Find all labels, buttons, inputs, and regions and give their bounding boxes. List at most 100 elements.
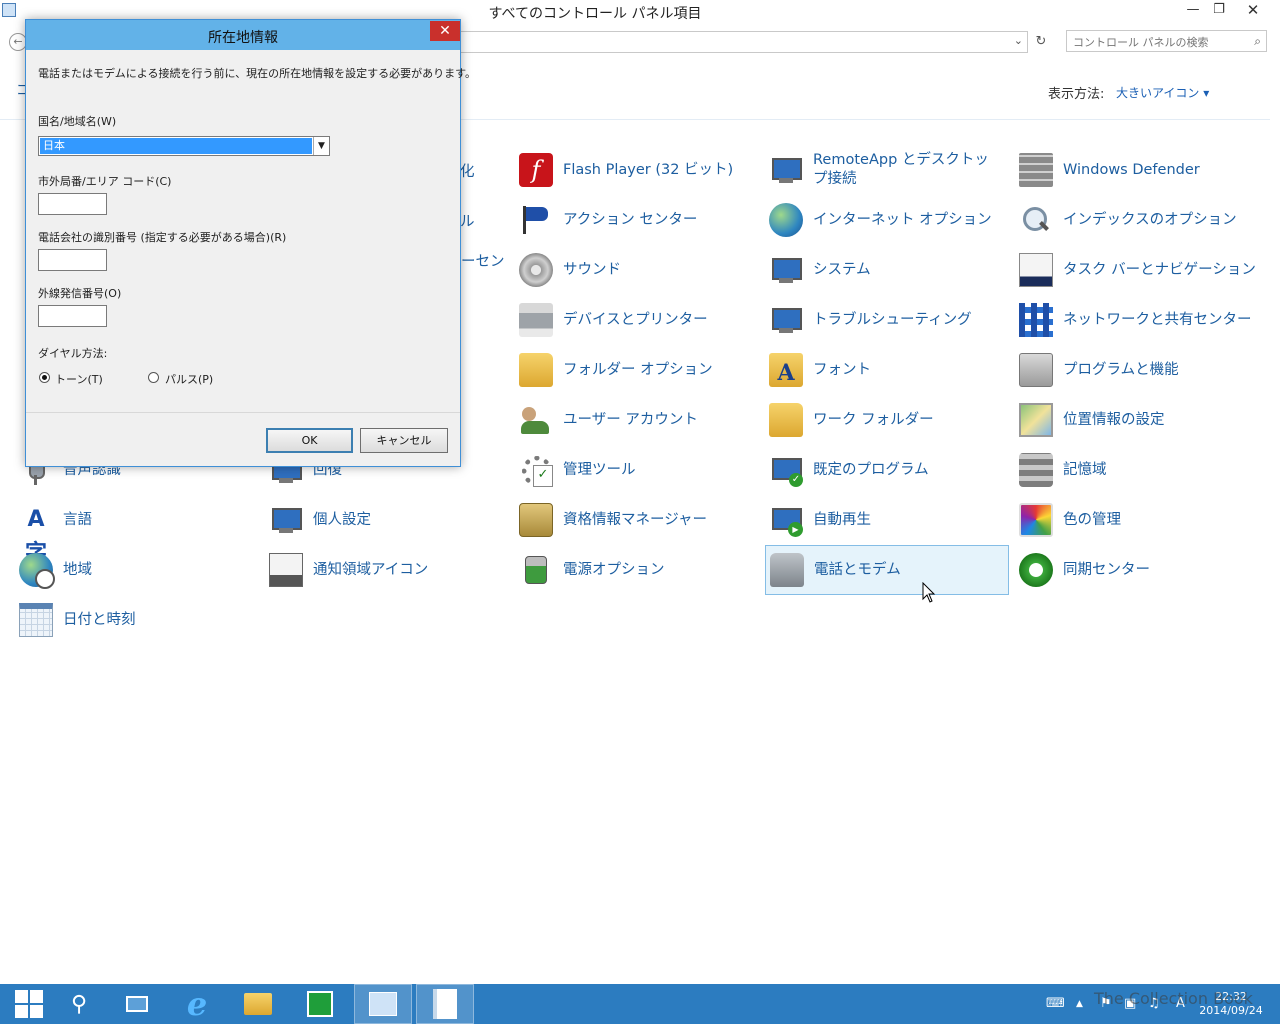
taskbar-search-button[interactable]: ⚲: [50, 984, 108, 1024]
item-sync-center[interactable]: 同期センター: [1015, 545, 1259, 595]
autoplay-icon: [769, 503, 803, 537]
item-label: 位置情報の設定: [1063, 411, 1165, 428]
item-work-folders[interactable]: ワーク フォルダー: [765, 395, 1009, 445]
item-location-settings[interactable]: 位置情報の設定: [1015, 395, 1259, 445]
item-label: 電源オプション: [563, 561, 665, 578]
item-windows-defender[interactable]: Windows Defender: [1015, 145, 1259, 195]
item-folder-options[interactable]: フォルダー オプション: [515, 345, 759, 395]
item-label: アクション センター: [563, 211, 698, 228]
taskbar: ⚲ e ⌨ ▲ ⚑ ▣ ♫ A 22:32 2014/09/24: [0, 984, 1280, 1024]
item-phone-modem[interactable]: 電話とモデム: [765, 545, 1009, 595]
firewall-icon: [1019, 153, 1053, 187]
item-flash-player[interactable]: f Flash Player (32 ビット): [515, 145, 759, 195]
system-icon: [769, 253, 803, 287]
item-region[interactable]: 地域: [15, 545, 259, 595]
carrier-code-label: 電話会社の識別番号 (指定する必要がある場合)(R): [38, 231, 287, 244]
item-indexing-options[interactable]: インデックスのオプション: [1015, 195, 1259, 245]
country-label: 国名/地域名(W): [38, 115, 117, 128]
pulse-radio[interactable]: [148, 372, 159, 383]
view-by-label: 表示方法:: [1048, 87, 1105, 102]
task-view-button[interactable]: [108, 984, 166, 1024]
show-hidden-icons-button[interactable]: ▲: [1076, 984, 1083, 1024]
outside-line-input[interactable]: [38, 305, 107, 327]
item-programs-features[interactable]: プログラムと機能: [1015, 345, 1259, 395]
area-code-label: 市外局番/エリア コード(C): [38, 175, 172, 188]
item-credential-manager[interactable]: 資格情報マネージャー: [515, 495, 759, 545]
chevron-down-icon[interactable]: ⌄: [1014, 34, 1023, 47]
item-admin-tools[interactable]: 管理ツール: [515, 445, 759, 495]
item-personalization[interactable]: 個人設定: [265, 495, 509, 545]
chevron-down-icon[interactable]: ▼: [313, 137, 329, 155]
taskbar-document[interactable]: [416, 984, 474, 1024]
area-code-input[interactable]: [38, 193, 107, 215]
taskbar-store[interactable]: [291, 984, 349, 1024]
magnifier-icon: [1019, 203, 1053, 237]
calendar-icon: [19, 603, 53, 637]
view-by-dropdown[interactable]: 大きいアイコン ▾: [1116, 84, 1209, 101]
item-autoplay[interactable]: 自動再生: [765, 495, 1009, 545]
item-label: 自動再生: [813, 511, 871, 528]
default-programs-icon: [769, 453, 803, 487]
item-storage-spaces[interactable]: 記憶域: [1015, 445, 1259, 495]
item-fonts[interactable]: A フォント: [765, 345, 1009, 395]
carrier-code-input[interactable]: [38, 249, 107, 271]
taskbar-internet-explorer[interactable]: e: [168, 984, 226, 1024]
refresh-button[interactable]: ↻: [1030, 31, 1052, 53]
network-icon: [1019, 303, 1053, 337]
keyboard-icon[interactable]: ⌨: [1046, 984, 1065, 1024]
item-action-center[interactable]: アクション センター: [515, 195, 759, 245]
search-icon[interactable]: ⌕: [1254, 34, 1261, 49]
item-system[interactable]: システム: [765, 245, 1009, 295]
admin-tools-icon: [519, 453, 553, 487]
item-language[interactable]: A字 言語: [15, 495, 259, 566]
item-color-management[interactable]: 色の管理: [1015, 495, 1259, 545]
item-devices-printers[interactable]: デバイスとプリンター: [515, 295, 759, 345]
search-input[interactable]: [1073, 33, 1243, 52]
dialog-close-button[interactable]: ✕: [430, 21, 460, 41]
task-view-icon: [126, 996, 148, 1012]
item-default-programs[interactable]: 既定のプログラム: [765, 445, 1009, 495]
item-label: ユーザー アカウント: [563, 411, 698, 428]
pulse-label[interactable]: パルス(P): [165, 371, 213, 387]
cancel-button[interactable]: キャンセル: [360, 428, 448, 453]
item-date-time[interactable]: 日付と時刻: [15, 595, 259, 645]
search-box[interactable]: ⌕: [1066, 30, 1267, 52]
item-sound[interactable]: サウンド: [515, 245, 759, 295]
tone-label[interactable]: トーン(T): [55, 371, 103, 387]
item-label: 資格情報マネージャー: [563, 511, 707, 528]
item-label: Windows Defender: [1063, 161, 1200, 178]
item-label-fragment[interactable]: ル: [460, 210, 475, 231]
dialog-divider: [26, 412, 460, 413]
item-label-fragment[interactable]: ーセン: [461, 250, 505, 271]
close-button[interactable]: ✕: [1230, 0, 1276, 20]
dialog-titlebar[interactable]: 所在地情報 ✕: [26, 20, 460, 50]
item-taskbar-navigation[interactable]: タスク バーとナビゲーション: [1015, 245, 1259, 295]
item-troubleshooting[interactable]: トラブルシューティング: [765, 295, 1009, 345]
item-label: デバイスとプリンター: [563, 311, 708, 328]
item-label: 地域: [63, 561, 92, 578]
item-user-accounts[interactable]: ユーザー アカウント: [515, 395, 759, 445]
item-label: 同期センター: [1063, 561, 1150, 578]
taskbar-file-explorer[interactable]: [229, 984, 287, 1024]
item-label-fragment[interactable]: 化: [460, 160, 475, 181]
address-bar[interactable]: ⌄: [460, 31, 1028, 53]
item-network-sharing[interactable]: ネットワークと共有センター: [1015, 295, 1259, 345]
item-label: 電話とモデム: [814, 561, 901, 578]
internet-explorer-icon: e: [186, 985, 208, 1023]
control-panel-icon: [369, 992, 397, 1016]
item-internet-options[interactable]: インターネット オプション: [765, 195, 1009, 245]
item-label: フォルダー オプション: [563, 361, 713, 378]
country-selected-value[interactable]: 日本: [40, 138, 312, 154]
item-notification-icons[interactable]: 通知領域アイコン: [265, 545, 509, 595]
country-select[interactable]: 日本 ▼: [38, 136, 330, 156]
item-remoteapp[interactable]: RemoteApp とデスクトップ接続: [765, 145, 1009, 195]
tone-radio[interactable]: [39, 372, 50, 383]
item-power-options[interactable]: 電源オプション: [515, 545, 759, 595]
ok-button[interactable]: OK: [266, 428, 353, 453]
vault-icon: [519, 503, 553, 537]
taskbar-control-panel[interactable]: [354, 984, 412, 1024]
flag-icon: [519, 203, 553, 237]
item-label: 記憶域: [1063, 461, 1107, 478]
document-icon: [433, 989, 457, 1019]
item-label: 管理ツール: [563, 461, 636, 478]
